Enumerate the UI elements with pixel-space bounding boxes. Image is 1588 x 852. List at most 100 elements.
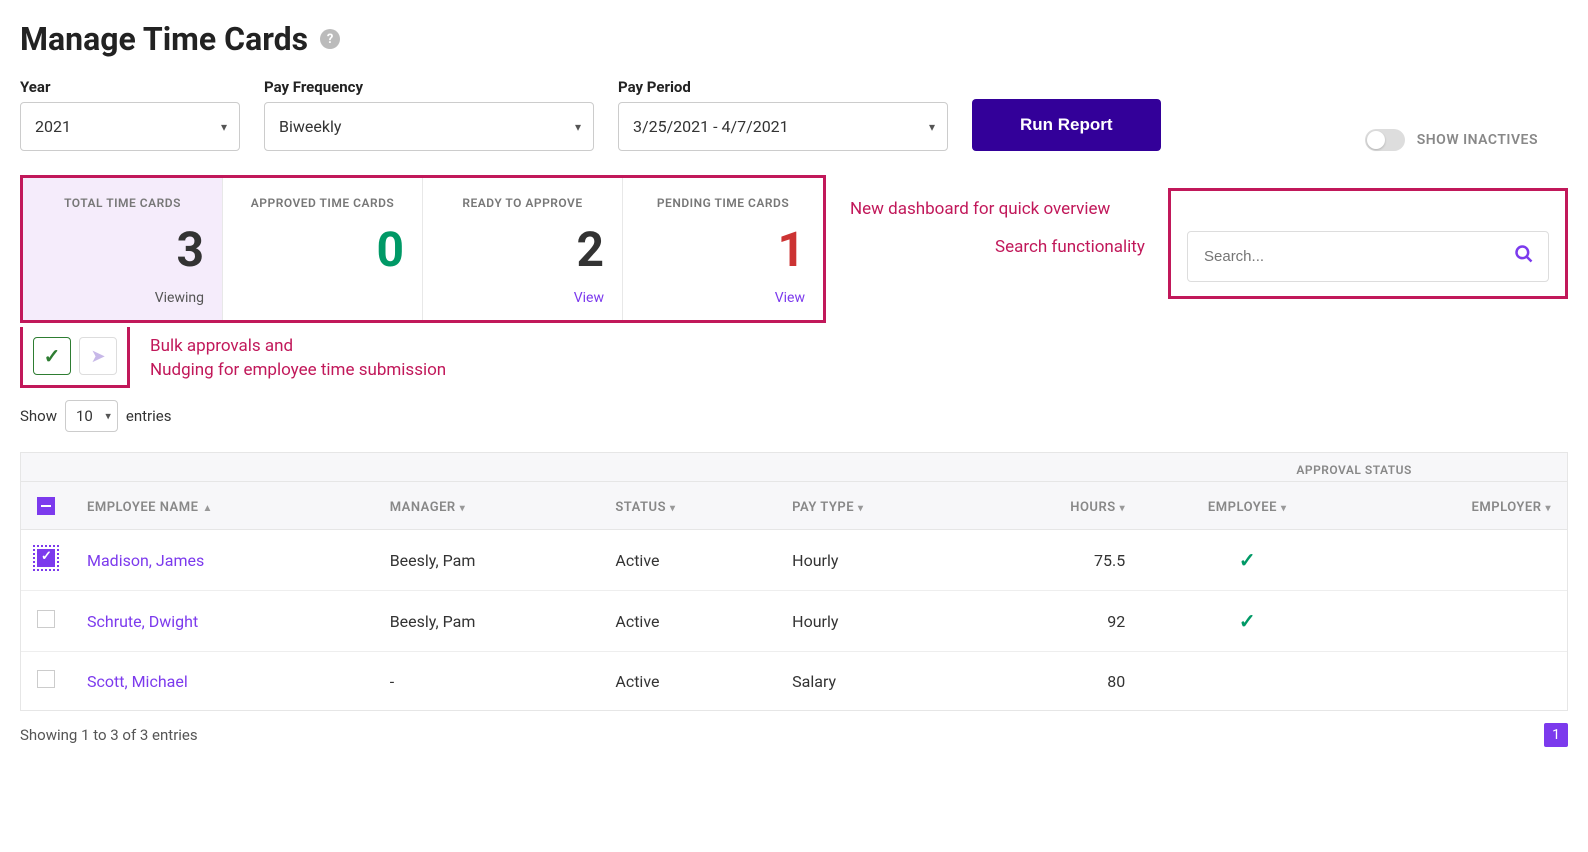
show-entries-select[interactable]: 10 ▾ — [65, 400, 118, 432]
status-cell: Active — [599, 530, 776, 591]
bulk-actions-box: ✓ ➤ — [20, 327, 130, 388]
bulk-annot-line2: Nudging for employee time submission — [150, 360, 446, 380]
sort-asc-icon: ▲ — [202, 503, 212, 514]
row-checkbox[interactable] — [37, 549, 55, 567]
dash-view-link[interactable]: View — [441, 290, 604, 306]
search-input[interactable] — [1202, 247, 1506, 266]
page-title: Manage Time Cards ? — [20, 20, 1568, 58]
bulk-annotation: Bulk approvals and Nudging for employee … — [150, 327, 446, 383]
search-annotation: Search functionality — [995, 237, 1145, 257]
dash-view-link[interactable]: View — [641, 290, 805, 306]
paytype-cell: Hourly — [776, 530, 974, 591]
paytype-cell: Salary — [776, 652, 974, 711]
employee-approval-cell: ✓ — [1141, 530, 1353, 591]
table-row: Madison, James Beesly, PamActiveHourly75.… — [21, 530, 1567, 591]
select-all-checkbox[interactable] — [37, 497, 55, 515]
dash-label: TOTAL TIME CARDS — [41, 196, 204, 210]
show-prefix: Show — [20, 407, 57, 425]
col-paytype[interactable]: PAY TYPE▾ — [776, 482, 974, 530]
show-inactives-toggle[interactable] — [1365, 129, 1405, 151]
run-report-button[interactable]: Run Report — [972, 99, 1161, 151]
row-checkbox[interactable] — [37, 610, 55, 628]
time-cards-table-wrap: APPROVAL STATUS EMPLOYEE NAME▲ MANAGER▾ … — [20, 452, 1568, 711]
check-icon: ✓ — [1239, 609, 1256, 633]
employee-link[interactable]: Madison, James — [87, 551, 204, 570]
bulk-nudge-button[interactable]: ➤ — [79, 337, 117, 375]
dash-card-total[interactable]: TOTAL TIME CARDS 3 Viewing — [23, 178, 223, 320]
manager-cell: - — [374, 652, 600, 711]
show-entries-row: Show 10 ▾ entries — [20, 400, 1568, 432]
sort-icon: ▾ — [460, 503, 466, 514]
sort-icon: ▾ — [858, 503, 864, 514]
search-area: Search functionality — [1168, 188, 1568, 299]
bulk-row: ✓ ➤ Bulk approvals and Nudging for emplo… — [20, 327, 1568, 388]
page-1-button[interactable]: 1 — [1544, 723, 1568, 747]
sort-icon: ▾ — [670, 503, 676, 514]
page-title-text: Manage Time Cards — [20, 20, 308, 58]
status-cell: Active — [599, 652, 776, 711]
sort-icon: ▾ — [1281, 503, 1287, 514]
dash-card-ready[interactable]: READY TO APPROVE 2 View — [423, 178, 623, 320]
row-checkbox[interactable] — [37, 670, 55, 688]
show-value: 10 — [76, 407, 93, 425]
year-value: 2021 — [35, 117, 71, 136]
period-value: 3/25/2021 - 4/7/2021 — [633, 117, 789, 136]
chevron-down-icon: ▾ — [929, 120, 935, 134]
frequency-value: Biweekly — [279, 117, 341, 136]
dash-card-pending[interactable]: PENDING TIME CARDS 1 View — [623, 178, 823, 320]
dash-card-approved[interactable]: APPROVED TIME CARDS 0 — [223, 178, 423, 320]
employee-link[interactable]: Schrute, Dwight — [87, 612, 198, 631]
hours-cell: 92 — [974, 591, 1141, 652]
search-input-wrap[interactable] — [1187, 231, 1549, 282]
hours-cell: 75.5 — [974, 530, 1141, 591]
period-filter-group: Pay Period 3/25/2021 - 4/7/2021 ▾ — [618, 78, 948, 151]
approval-super-header: APPROVAL STATUS — [1141, 453, 1567, 482]
entries-info: Showing 1 to 3 of 3 entries — [20, 726, 198, 744]
year-filter-group: Year 2021 ▾ — [20, 78, 240, 151]
manager-cell: Beesly, Pam — [374, 591, 600, 652]
filter-row: Year 2021 ▾ Pay Frequency Biweekly ▾ Pay… — [20, 78, 1568, 151]
dash-label: PENDING TIME CARDS — [641, 196, 805, 210]
col-employee-approval[interactable]: EMPLOYEE▾ — [1141, 482, 1353, 530]
check-icon: ✓ — [44, 344, 61, 368]
period-label: Pay Period — [618, 78, 948, 96]
frequency-label: Pay Frequency — [264, 78, 594, 96]
year-select[interactable]: 2021 ▾ — [20, 102, 240, 151]
dash-label: APPROVED TIME CARDS — [241, 196, 404, 210]
bulk-approve-button[interactable]: ✓ — [33, 337, 71, 375]
hours-cell: 80 — [974, 652, 1141, 711]
time-cards-table: APPROVAL STATUS EMPLOYEE NAME▲ MANAGER▾ … — [21, 453, 1567, 710]
col-hours[interactable]: HOURS▾ — [974, 482, 1141, 530]
bulk-annot-line1: Bulk approvals and — [150, 336, 293, 356]
frequency-filter-group: Pay Frequency Biweekly ▾ — [264, 78, 594, 151]
dash-value: 2 — [441, 226, 604, 274]
table-footer: Showing 1 to 3 of 3 entries 1 — [20, 723, 1568, 747]
table-row: Scott, Michael -ActiveSalary80 — [21, 652, 1567, 711]
search-icon[interactable] — [1514, 244, 1534, 269]
year-label: Year — [20, 78, 240, 96]
col-employee[interactable]: EMPLOYEE NAME▲ — [71, 482, 374, 530]
col-manager[interactable]: MANAGER▾ — [374, 482, 600, 530]
dash-viewing: Viewing — [41, 290, 204, 306]
employer-approval-cell — [1353, 652, 1567, 711]
status-cell: Active — [599, 591, 776, 652]
col-employer-approval[interactable]: EMPLOYER▾ — [1353, 482, 1567, 530]
employee-link[interactable]: Scott, Michael — [87, 672, 188, 691]
manager-cell: Beesly, Pam — [374, 530, 600, 591]
employee-approval-cell — [1141, 652, 1353, 711]
show-suffix: entries — [126, 407, 172, 425]
dashboard: TOTAL TIME CARDS 3 Viewing APPROVED TIME… — [20, 175, 826, 323]
col-status[interactable]: STATUS▾ — [599, 482, 776, 530]
help-icon[interactable]: ? — [320, 29, 340, 49]
chevron-down-icon: ▾ — [575, 120, 581, 134]
dash-value: 3 — [41, 226, 204, 274]
frequency-select[interactable]: Biweekly ▾ — [264, 102, 594, 151]
show-inactives-wrap: SHOW INACTIVES — [1365, 129, 1568, 151]
show-inactives-label: SHOW INACTIVES — [1417, 132, 1538, 148]
cursor-icon: ➤ — [90, 346, 105, 367]
search-outlined: Search functionality — [1168, 188, 1568, 299]
period-select[interactable]: 3/25/2021 - 4/7/2021 ▾ — [618, 102, 948, 151]
paytype-cell: Hourly — [776, 591, 974, 652]
chevron-down-icon: ▾ — [221, 120, 227, 134]
table-row: Schrute, Dwight Beesly, PamActiveHourly92… — [21, 591, 1567, 652]
